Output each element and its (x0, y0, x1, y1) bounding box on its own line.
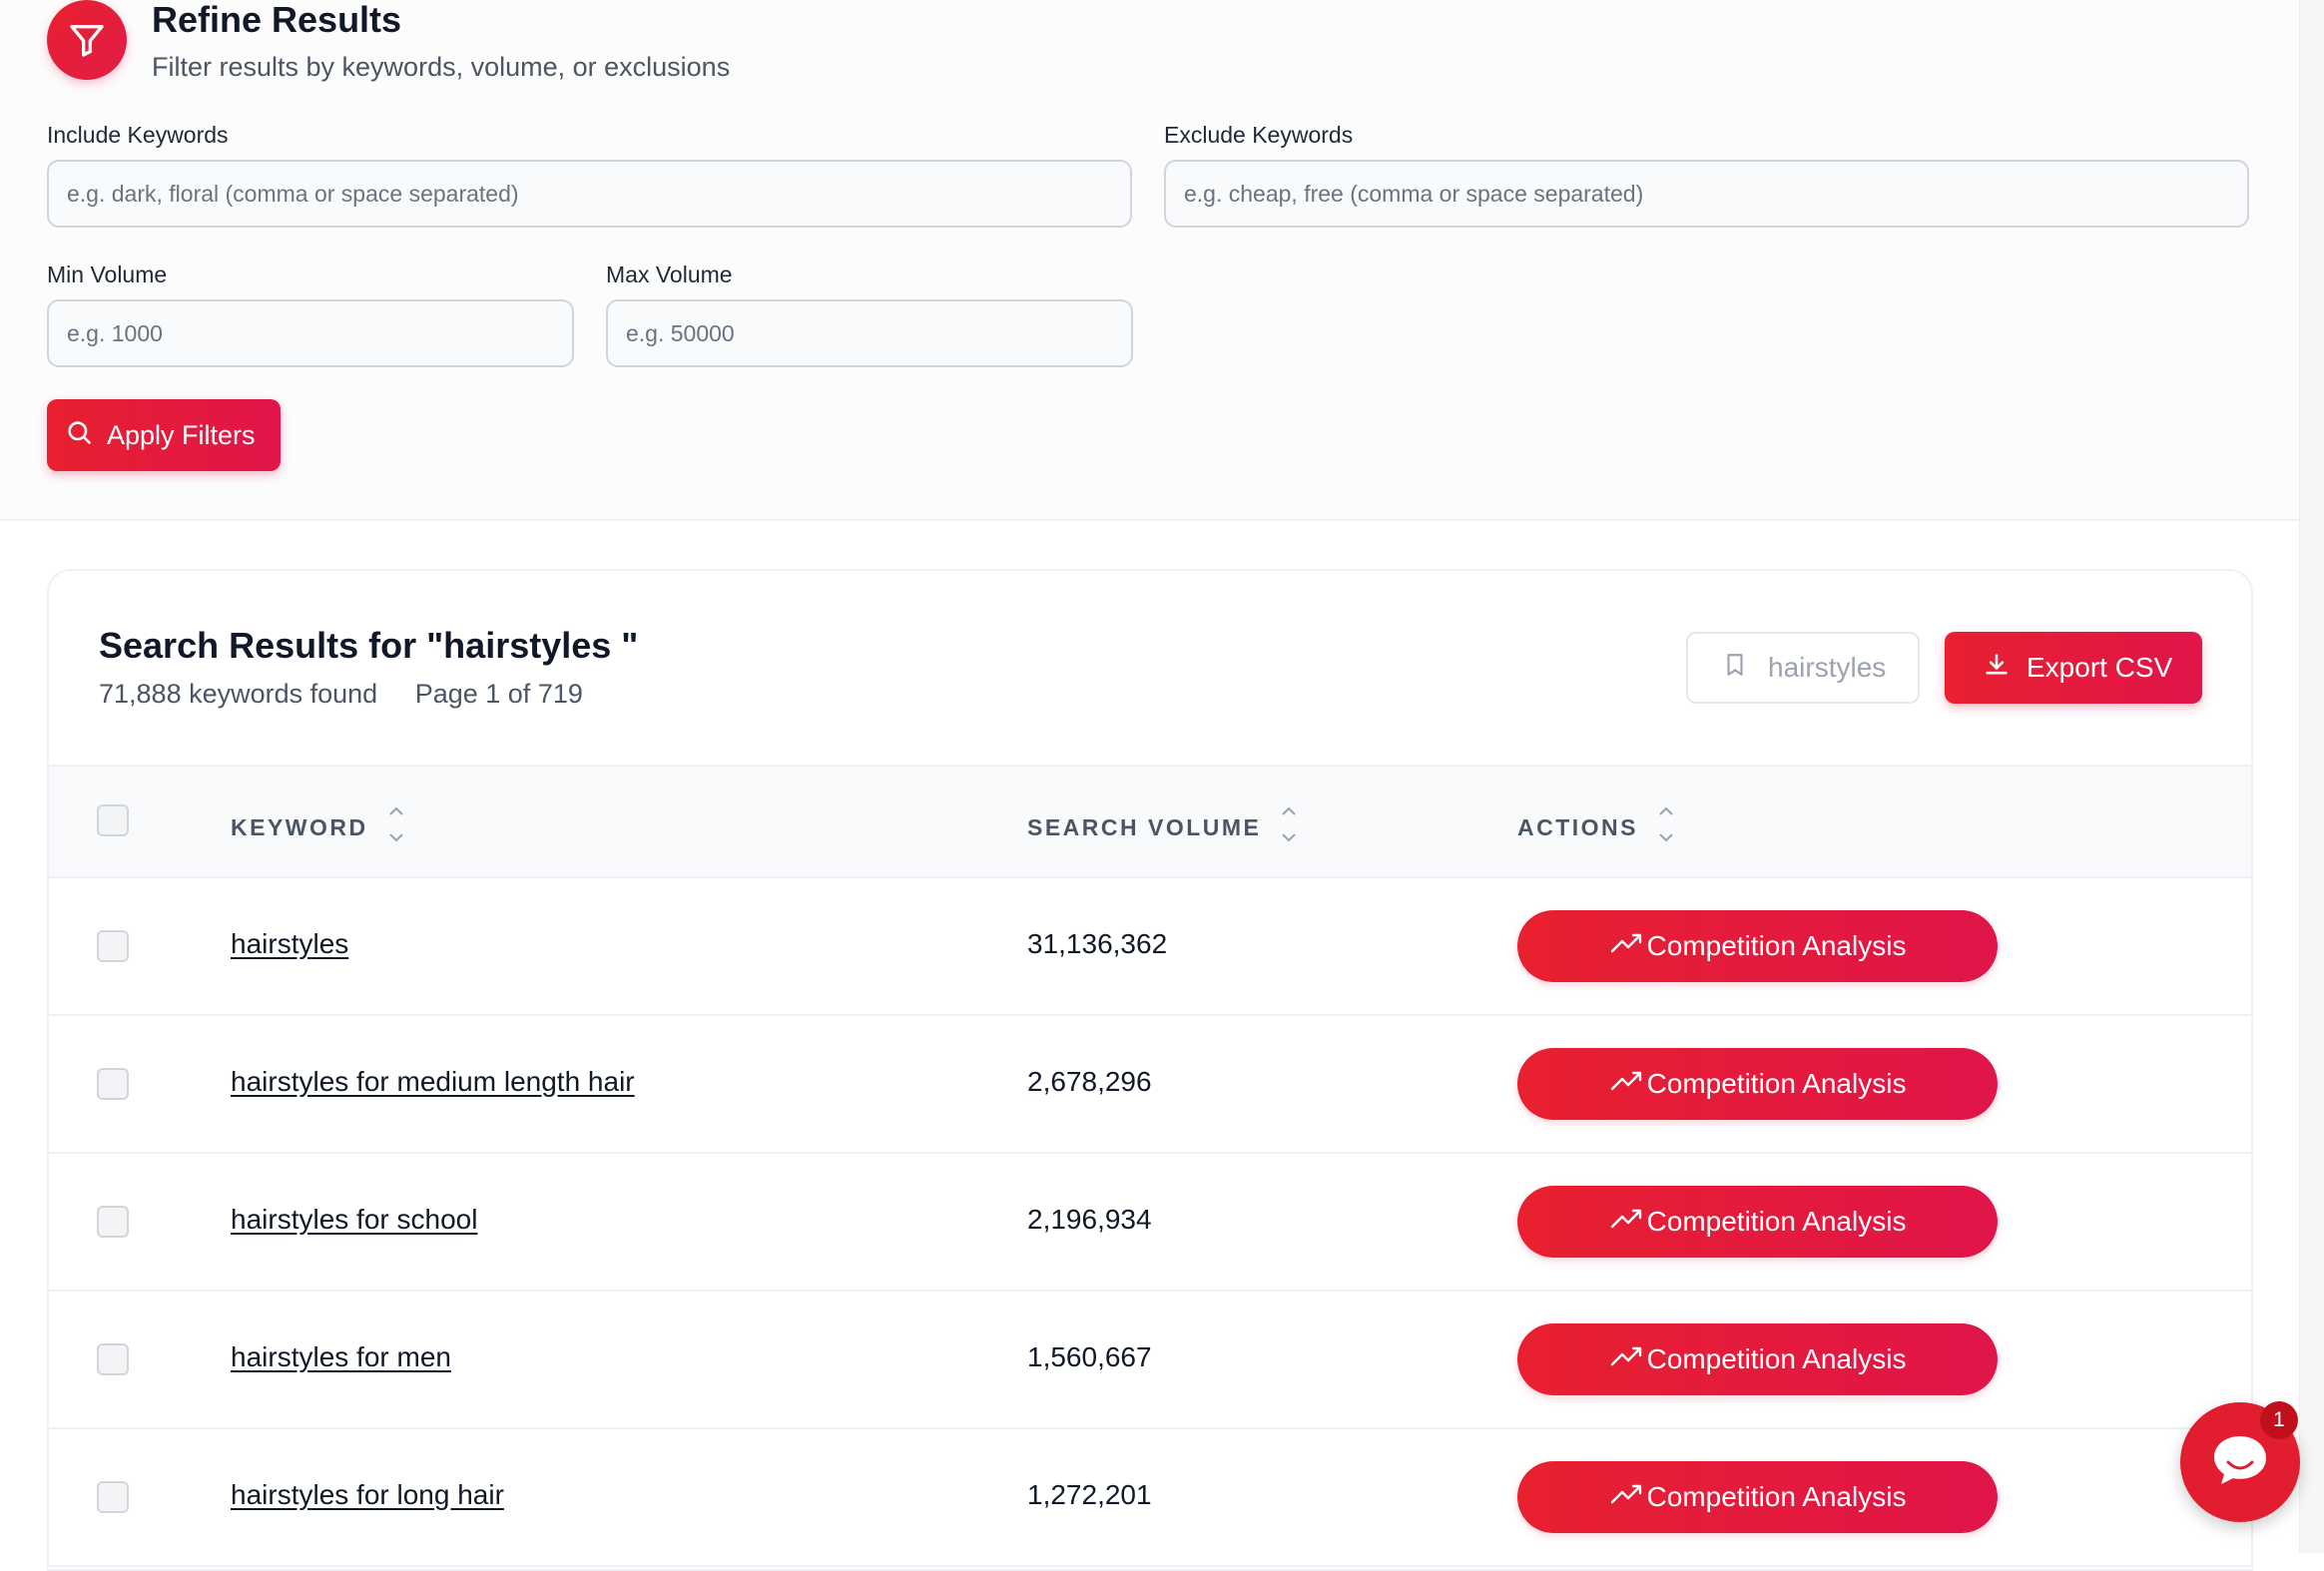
search-volume-value: 31,136,362 (1027, 928, 1168, 959)
column-volume-label: SEARCH VOLUME (1027, 813, 1262, 840)
column-header-search-volume[interactable]: SEARCH VOLUME (1027, 804, 1299, 850)
row-checkbox[interactable] (97, 1068, 129, 1100)
bookmark-icon (1722, 651, 1748, 686)
column-header-keyword[interactable]: KEYWORD (231, 804, 406, 850)
trending-up-icon (1609, 1067, 1645, 1102)
keyword-link[interactable]: hairstyles for medium length hair (231, 1066, 635, 1098)
keywords-found-count: 71,888 keywords found (99, 679, 378, 709)
export-csv-button[interactable]: Export CSV (1945, 632, 2202, 704)
download-icon (1983, 651, 2011, 686)
refine-title: Refine Results (152, 0, 402, 40)
keyword-link[interactable]: hairstyles for men (231, 1341, 451, 1373)
search-icon (65, 418, 93, 453)
results-card: Search Results for "hairstyles " 71,888 … (47, 569, 2253, 1571)
competition-analysis-button[interactable]: Competition Analysis (1517, 1461, 1998, 1533)
column-actions-label: ACTIONS (1517, 813, 1638, 840)
sort-icon (386, 804, 406, 850)
table-row: hairstyles 31,136,362 Competition Analys… (49, 878, 2251, 1016)
competition-analysis-label: Competition Analysis (1646, 1343, 1907, 1374)
sort-icon (1656, 804, 1676, 850)
competition-analysis-label: Competition Analysis (1646, 1068, 1907, 1099)
saved-search-chip[interactable]: hairstyles (1686, 632, 1920, 704)
row-checkbox[interactable] (97, 1343, 129, 1375)
keyword-link[interactable]: hairstyles (231, 928, 348, 960)
exclude-keywords-input[interactable] (1164, 160, 2249, 228)
row-checkbox[interactable] (97, 1206, 129, 1238)
exclude-keywords-label: Exclude Keywords (1164, 122, 1354, 148)
column-keyword-label: KEYWORD (231, 813, 368, 840)
search-volume-value: 1,272,201 (1027, 1479, 1152, 1510)
search-volume-value: 2,678,296 (1027, 1066, 1152, 1097)
results-title: Search Results for "hairstyles " (99, 625, 639, 666)
apply-filters-button[interactable]: Apply Filters (47, 399, 281, 471)
competition-analysis-label: Competition Analysis (1646, 930, 1907, 961)
row-checkbox[interactable] (97, 930, 129, 962)
include-keywords-label: Include Keywords (47, 122, 229, 148)
row-checkbox[interactable] (97, 1481, 129, 1513)
saved-search-label: hairstyles (1768, 652, 1887, 683)
export-csv-label: Export CSV (2027, 652, 2173, 683)
table-row: hairstyles for medium length hair 2,678,… (49, 1016, 2251, 1154)
keyword-link[interactable]: hairstyles for school (231, 1204, 477, 1236)
trending-up-icon (1609, 1342, 1645, 1377)
competition-analysis-label: Competition Analysis (1646, 1481, 1907, 1512)
refine-results-panel: Refine Results Filter results by keyword… (0, 0, 2300, 521)
table-row: hairstyles for men 1,560,667 Competition… (49, 1292, 2251, 1429)
max-volume-label: Max Volume (606, 262, 733, 287)
max-volume-input[interactable] (606, 299, 1133, 367)
scrollbar[interactable] (2299, 0, 2324, 1553)
trending-up-icon (1609, 1205, 1645, 1240)
competition-analysis-button[interactable]: Competition Analysis (1517, 1048, 1998, 1120)
competition-analysis-button[interactable]: Competition Analysis (1517, 1323, 1998, 1395)
page-indicator: Page 1 of 719 (414, 679, 583, 709)
chat-bubble-icon (2208, 1430, 2272, 1495)
notification-badge: 1 (2260, 1401, 2298, 1439)
select-all-checkbox[interactable] (97, 804, 129, 836)
page: Refine Results Filter results by keyword… (0, 0, 2300, 1571)
apply-filters-label: Apply Filters (107, 419, 256, 450)
keyword-link[interactable]: hairstyles for long hair (231, 1479, 504, 1511)
results-meta: 71,888 keywords found Page 1 of 719 (99, 679, 583, 710)
search-volume-value: 1,560,667 (1027, 1341, 1152, 1372)
filter-icon (47, 0, 127, 80)
competition-analysis-button[interactable]: Competition Analysis (1517, 1186, 1998, 1258)
table-header: KEYWORD SEARCH VOLUME ACTIONS (49, 765, 2251, 878)
search-volume-value: 2,196,934 (1027, 1204, 1152, 1235)
min-volume-input[interactable] (47, 299, 574, 367)
table-row: hairstyles for long hair 1,272,201 Compe… (49, 1429, 2251, 1567)
refine-subtitle: Filter results by keywords, volume, or e… (152, 52, 731, 82)
trending-up-icon (1609, 929, 1645, 964)
table-row: hairstyles for school 2,196,934 Competit… (49, 1154, 2251, 1292)
sort-icon (1279, 804, 1299, 850)
min-volume-label: Min Volume (47, 262, 168, 287)
competition-analysis-label: Competition Analysis (1646, 1206, 1907, 1237)
column-header-actions[interactable]: ACTIONS (1517, 804, 1676, 850)
competition-analysis-button[interactable]: Competition Analysis (1517, 910, 1998, 982)
trending-up-icon (1609, 1480, 1645, 1515)
include-keywords-input[interactable] (47, 160, 1132, 228)
